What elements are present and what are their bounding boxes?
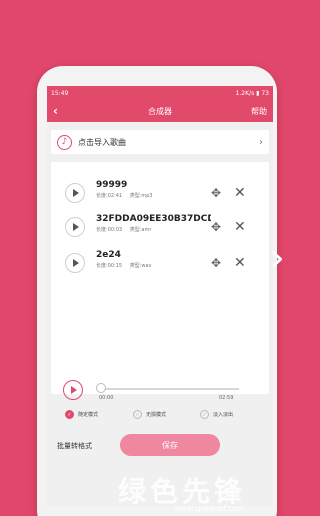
track-info: 32FDDA09EE30B37DCD5... 长度:00:03 类型:amr <box>96 214 211 233</box>
track-row: 2e24 长度:00:15 类型:wav ✥ ✕ <box>51 250 269 276</box>
check-icon: ✓ <box>133 410 142 419</box>
play-icon <box>73 223 79 231</box>
track-play-button[interactable] <box>65 217 85 237</box>
track-play-button[interactable] <box>65 253 85 273</box>
player-bar: 00:00 02:59 <box>47 378 273 410</box>
close-icon[interactable]: ✕ <box>234 255 246 271</box>
chevron-right-icon: › <box>259 136 263 148</box>
close-icon[interactable]: ✕ <box>234 185 246 201</box>
start-time: 00:00 <box>99 395 114 401</box>
battery-level: 73 <box>261 89 269 97</box>
track-row: 32FDDA09EE30B37DCD5... 长度:00:03 类型:amr ✥… <box>51 214 269 240</box>
track-name: 99999 <box>96 180 128 190</box>
progress-knob[interactable] <box>96 383 106 393</box>
track-type: 类型:mp3 <box>129 193 153 199</box>
batch-convert-button[interactable]: 批量转格式 <box>57 441 92 451</box>
play-icon <box>73 259 79 267</box>
mode-option[interactable]: ✓ 淡入淡出 <box>200 410 233 419</box>
next-arrow-icon[interactable]: › <box>262 235 292 281</box>
track-length: 长度:02:41 <box>96 193 123 199</box>
main-play-button[interactable] <box>63 380 83 400</box>
status-time: 15:49 <box>51 89 69 97</box>
mode-option[interactable]: ✓ 无损模式 <box>133 410 166 419</box>
play-icon <box>71 386 77 394</box>
track-meta: 长度:00:03 类型:amr <box>96 226 211 233</box>
watermark-logo: 绿色先锋 <box>118 475 247 508</box>
track-meta: 长度:02:41 类型:mp3 <box>96 192 211 199</box>
chevron-left-icon: ‹ <box>53 104 58 118</box>
music-note-icon: ♪ <box>57 134 72 150</box>
mode-option[interactable]: ✓ 随定模式 <box>65 410 98 419</box>
mode-label: 淡入淡出 <box>213 412 234 418</box>
track-info: 2e24 长度:00:15 类型:wav <box>96 250 211 269</box>
save-button[interactable]: 保存 <box>120 434 220 456</box>
import-song-button[interactable]: ♪ 点击导入歌曲 › <box>51 130 269 154</box>
track-name: 2e24 <box>96 250 121 260</box>
status-bar: 15:49 1.2K/s ▮ 73 <box>47 86 273 100</box>
play-icon <box>73 189 79 197</box>
page-title: 合成器 <box>148 106 172 116</box>
import-label: 点击导入歌曲 <box>78 137 126 147</box>
track-play-button[interactable] <box>65 183 85 203</box>
nav-bar: ‹ 合成器 帮助 <box>47 100 273 122</box>
track-type: 类型:wav <box>129 263 152 269</box>
track-type: 类型:amr <box>129 227 152 233</box>
watermark: 绿色先锋 www.greenxf.com <box>118 470 308 516</box>
battery-icon: ▮ <box>256 89 260 97</box>
move-icon[interactable]: ✥ <box>211 256 221 270</box>
close-icon[interactable]: ✕ <box>234 219 246 235</box>
network-speed: 1.2K/s <box>235 89 255 97</box>
mode-options: ✓ 随定模式 ✓ 无损模式 ✓ 淡入淡出 <box>47 410 273 424</box>
track-row: 99999 长度:02:41 类型:mp3 ✥ ✕ <box>51 180 269 206</box>
track-name: 32FDDA09EE30B37DCD5... <box>96 214 211 224</box>
check-icon: ✓ <box>65 410 74 419</box>
back-button[interactable]: ‹ <box>53 104 73 118</box>
track-info: 99999 长度:02:41 类型:mp3 <box>96 180 211 199</box>
track-meta: 长度:00:15 类型:wav <box>96 262 211 269</box>
track-length: 长度:00:03 <box>96 227 123 233</box>
bottom-bar: 批量转格式 保存 <box>47 432 273 462</box>
mode-label: 无损模式 <box>146 412 167 418</box>
move-icon[interactable]: ✥ <box>211 220 221 234</box>
end-time: 02:59 <box>219 395 234 401</box>
status-right: 1.2K/s ▮ 73 <box>236 90 269 97</box>
check-icon: ✓ <box>200 410 209 419</box>
help-button[interactable]: 帮助 <box>247 106 267 117</box>
track-length: 长度:00:15 <box>96 263 123 269</box>
mode-label: 随定模式 <box>78 412 99 418</box>
track-list: 99999 长度:02:41 类型:mp3 ✥ ✕ 32FDDA09EE30B3… <box>51 162 269 394</box>
progress-track[interactable] <box>99 388 239 390</box>
move-icon[interactable]: ✥ <box>211 186 221 200</box>
